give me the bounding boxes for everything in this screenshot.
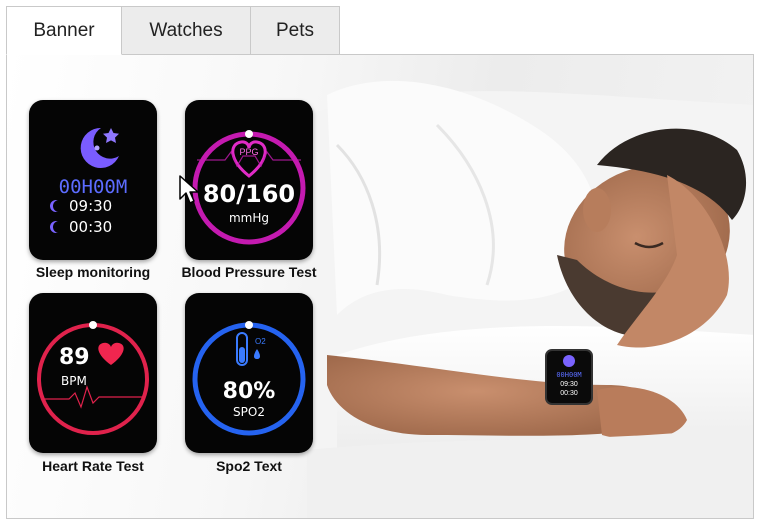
tab-watches[interactable]: Watches	[121, 6, 251, 55]
sleep-bed-time: 09:30	[69, 197, 113, 215]
hr-ring-dot	[89, 321, 97, 329]
hr-ring	[37, 323, 149, 435]
bp-ring-dot	[245, 130, 253, 138]
tab-bar: Banner Watches Pets	[6, 6, 340, 55]
wrist-wake-time: 00:30	[560, 390, 578, 397]
wrist-bed-time: 09:30	[560, 381, 578, 388]
heart-rate-card[interactable]: 89 BPM	[29, 293, 157, 453]
droplet-icon	[254, 349, 260, 359]
moon-stars-icon	[563, 355, 575, 367]
spo2-ring-dot	[245, 321, 253, 329]
spo2-label: Spo2 Text	[216, 458, 282, 474]
o2-badge: O2	[255, 337, 266, 346]
hr-unit: BPM	[61, 374, 87, 388]
mouse-cursor-icon	[179, 175, 199, 204]
moon-stars-icon	[80, 127, 119, 168]
hr-value: 89	[59, 345, 90, 370]
tab-pets[interactable]: Pets	[250, 6, 340, 55]
spo2-value: 80%	[222, 379, 276, 404]
heart-rate-label: Heart Rate Test	[42, 458, 144, 474]
wrist-watch: 00H00M 09:30 00:30	[545, 349, 593, 405]
spo2-unit: SPO2	[233, 405, 265, 419]
blood-pressure-label: Blood Pressure Test	[181, 264, 317, 280]
banner-panel: 00H00M 09:30 00:30 00H00M 09:30 00:30 Sl…	[6, 54, 754, 519]
bp-reading: 80/160	[202, 180, 296, 208]
sleep-wake-time: 00:30	[69, 218, 113, 236]
blood-pressure-card[interactable]: PPG 80/160 mmHg	[185, 100, 313, 260]
sleep-duration: 00H00M	[58, 176, 128, 198]
test-tube-icon	[236, 332, 248, 366]
hr-pulse-line	[43, 385, 143, 409]
tab-banner[interactable]: Banner	[6, 6, 122, 55]
sleep-card[interactable]: 00H00M 09:30 00:30	[29, 100, 157, 260]
sleep-label: Sleep monitoring	[35, 264, 151, 280]
wrist-duration: 00H00M	[556, 371, 582, 379]
heart-icon	[98, 342, 124, 365]
crescent-icon	[53, 221, 65, 233]
spo2-card[interactable]: O2 80% SPO2	[185, 293, 313, 453]
bp-unit: mmHg	[228, 211, 270, 225]
crescent-icon	[53, 200, 65, 212]
ppg-badge: PPG	[239, 147, 259, 157]
